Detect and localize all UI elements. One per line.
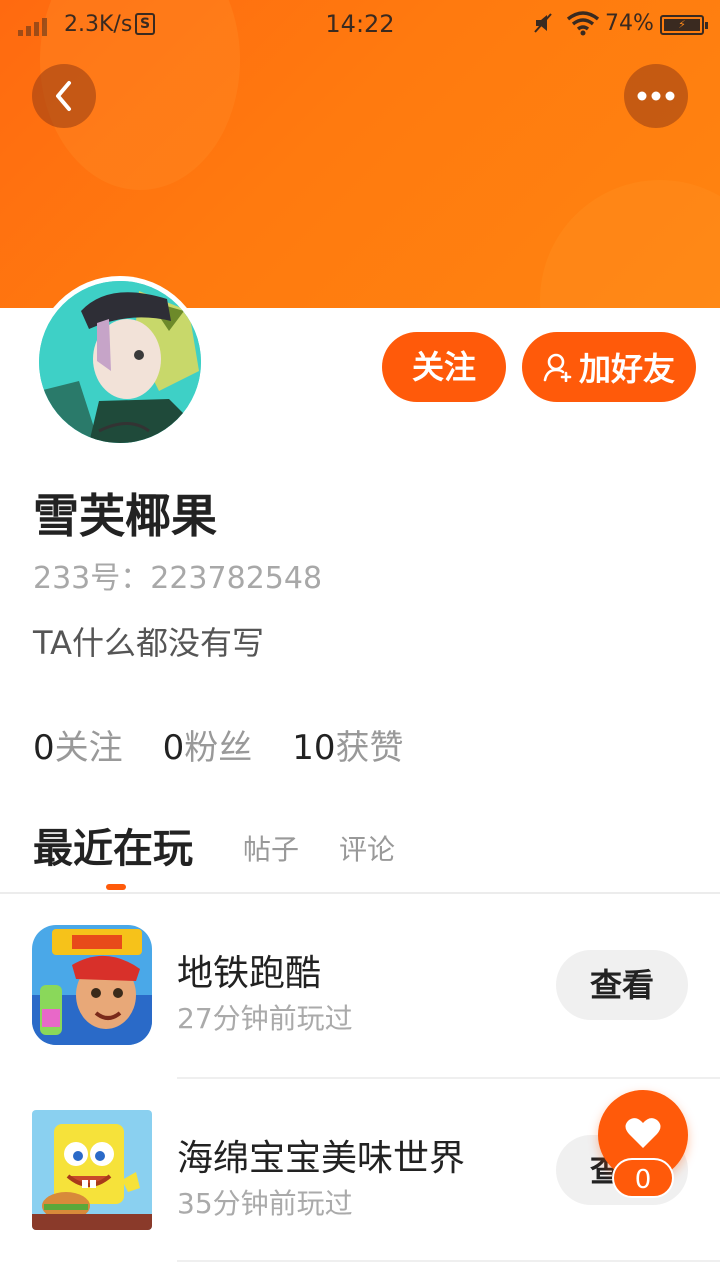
follow-button[interactable]: 关注 bbox=[382, 332, 506, 402]
add-user-icon bbox=[543, 353, 572, 382]
mute-icon bbox=[533, 12, 553, 39]
wifi-icon bbox=[566, 10, 600, 42]
back-button[interactable] bbox=[32, 64, 96, 128]
game-name: 海绵宝宝美味世界 bbox=[177, 1138, 466, 1179]
subway-surfers-icon bbox=[32, 925, 152, 1045]
stat-fans[interactable]: 0粉丝 bbox=[163, 720, 253, 769]
game-name: 地铁跑酷 bbox=[177, 953, 322, 994]
avatar-image bbox=[39, 281, 201, 443]
banner-decoration bbox=[540, 180, 720, 308]
spongebob-icon bbox=[32, 1110, 152, 1230]
like-count-badge: 0 bbox=[612, 1158, 674, 1198]
game-played-time: 27分钟前玩过 bbox=[177, 1002, 353, 1035]
list-item[interactable]: 地铁跑酷 27分钟前玩过 查看 bbox=[0, 894, 720, 1078]
game-played-time: 35分钟前玩过 bbox=[177, 1187, 353, 1220]
tab-indicator bbox=[106, 884, 126, 890]
tab-posts[interactable]: 帖子 bbox=[243, 828, 299, 868]
row-divider bbox=[177, 1260, 720, 1262]
heart-icon bbox=[625, 1118, 661, 1148]
tab-comments[interactable]: 评论 bbox=[339, 828, 395, 868]
user-name: 雪芙椰果 bbox=[33, 489, 217, 543]
more-button[interactable] bbox=[624, 64, 688, 128]
user-id: 233号：223782548 bbox=[33, 561, 323, 596]
battery-percent: 74% bbox=[605, 11, 654, 36]
add-friend-button[interactable]: 加好友 bbox=[522, 332, 696, 402]
stat-likes[interactable]: 10获赞 bbox=[292, 720, 403, 769]
view-button[interactable]: 查看 bbox=[556, 950, 688, 1020]
chevron-left-icon bbox=[56, 81, 71, 111]
add-friend-label: 加好友 bbox=[578, 350, 675, 388]
user-bio: TA什么都没有写 bbox=[33, 624, 264, 662]
stat-following[interactable]: 0关注 bbox=[33, 720, 123, 769]
stats-bar: 0关注 0粉丝 10获赞 bbox=[33, 720, 404, 769]
tab-bar: 最近在玩 帖子 评论 bbox=[33, 820, 693, 890]
battery-charging-icon: ⚡ bbox=[660, 15, 708, 35]
tab-recent-played[interactable]: 最近在玩 bbox=[33, 816, 193, 874]
avatar[interactable] bbox=[34, 276, 206, 448]
more-dots-icon bbox=[637, 91, 675, 101]
status-bar: 2.3K/s S 14:22 74% ⚡ bbox=[0, 0, 720, 50]
